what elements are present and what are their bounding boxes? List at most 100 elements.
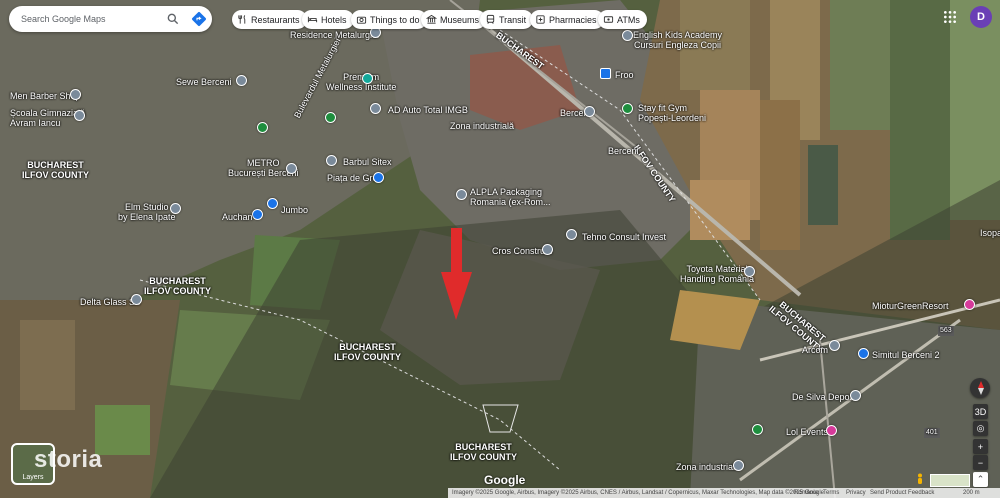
zoom-in-button[interactable]: + bbox=[973, 439, 988, 454]
scale-label[interactable]: 200 m bbox=[963, 490, 980, 496]
jumbo-label[interactable]: Jumbo bbox=[281, 205, 308, 215]
delta-pin[interactable] bbox=[131, 294, 142, 305]
ad-auto-pin[interactable] bbox=[370, 103, 381, 114]
cros-pin[interactable] bbox=[542, 244, 553, 255]
simitul-label[interactable]: Simitul Berceni 2 bbox=[872, 350, 940, 360]
sewe-pin[interactable] bbox=[236, 75, 247, 86]
isopa-label[interactable]: Isopa bbox=[980, 228, 1000, 238]
green-pin-1[interactable] bbox=[257, 122, 268, 133]
english-label[interactable]: English Kids Academy Cursuri Engleza Cop… bbox=[633, 30, 722, 50]
chip-museums-label: Museums bbox=[440, 14, 480, 25]
search-input[interactable]: Search Google Maps bbox=[21, 14, 106, 24]
minimap-thumbnail[interactable] bbox=[930, 474, 970, 487]
chip-pharmacies[interactable]: Pharmacies bbox=[530, 10, 604, 29]
attribution-bar: Imagery ©2025 Google, Airbus, Imagery ©2… bbox=[448, 488, 1000, 498]
sewe-label[interactable]: Sewe Berceni bbox=[176, 77, 232, 87]
chip-transit[interactable]: Transit bbox=[480, 10, 534, 29]
museum-icon bbox=[426, 14, 437, 24]
tehno-label[interactable]: Tehno Consult Invest bbox=[582, 232, 666, 242]
auchan-pin[interactable] bbox=[252, 209, 263, 220]
barbul-label[interactable]: Barbul Sitex bbox=[343, 157, 392, 167]
alpla-pin[interactable] bbox=[456, 189, 467, 200]
expand-icon[interactable]: ⌃ bbox=[973, 472, 988, 487]
chip-hotels-label: Hotels bbox=[321, 14, 347, 25]
chip-restaurants-label: Restaurants bbox=[251, 14, 300, 25]
men-barber-pin[interactable] bbox=[70, 89, 81, 100]
chip-things-to-do[interactable]: Things to do bbox=[351, 10, 427, 29]
directions-icon[interactable] bbox=[191, 11, 207, 27]
toyota-label[interactable]: Toyota Material Handling România bbox=[680, 264, 754, 284]
green-pin-3[interactable] bbox=[752, 424, 763, 435]
stayfit-label[interactable]: Stay fit Gym Popești-Leordeni bbox=[638, 103, 706, 123]
miotur-label[interactable]: MioturGreenResort bbox=[872, 301, 949, 311]
barbul-pin[interactable] bbox=[326, 155, 337, 166]
atm-icon bbox=[603, 16, 614, 23]
elm-label[interactable]: Elm Studio by Elena Ipate bbox=[118, 202, 176, 222]
scoala-pin[interactable] bbox=[74, 110, 85, 121]
berceni-hall-pin[interactable] bbox=[584, 106, 595, 117]
county-mid-label: BUCHAREST ILFOV COUNTY bbox=[144, 276, 211, 296]
zona2-label[interactable]: Zona industrială bbox=[676, 462, 740, 472]
google-logo: Google bbox=[484, 473, 526, 487]
country-link[interactable]: România bbox=[794, 490, 818, 496]
de-silva-pin[interactable] bbox=[850, 390, 861, 401]
three-d-button[interactable]: 3D bbox=[973, 404, 988, 419]
chip-transit-label: Transit bbox=[499, 14, 527, 25]
road563-label: 563 bbox=[938, 326, 954, 336]
froo-label[interactable]: Froo bbox=[615, 70, 634, 80]
premium-label[interactable]: Premium Wellness Institute bbox=[326, 72, 396, 92]
pharmacy-icon bbox=[536, 15, 545, 24]
lol-pin[interactable] bbox=[826, 425, 837, 436]
chip-restaurants[interactable]: Restaurants bbox=[232, 10, 307, 29]
storia-watermark: storia bbox=[34, 446, 103, 473]
tehno-pin[interactable] bbox=[566, 229, 577, 240]
hotel-icon bbox=[307, 16, 318, 23]
county-bottom-label: BUCHAREST ILFOV COUNTY bbox=[450, 442, 517, 462]
froo-icon[interactable] bbox=[600, 68, 611, 79]
zona1-label[interactable]: Zona industrială bbox=[450, 121, 514, 131]
alpla-label[interactable]: ALPLA Packaging Romania (ex-Rom... bbox=[470, 187, 551, 207]
privacy-link[interactable]: Privacy bbox=[846, 490, 866, 496]
chip-atms[interactable]: ATMs bbox=[598, 10, 647, 29]
zoom-out-button[interactable]: − bbox=[973, 455, 988, 470]
lol-label[interactable]: Lol Events bbox=[786, 427, 828, 437]
simitul-pin[interactable] bbox=[858, 348, 869, 359]
chip-hotels[interactable]: Hotels bbox=[302, 10, 354, 29]
attribution-text: Imagery ©2025 Google, Airbus, Imagery ©2… bbox=[452, 490, 825, 496]
arcom-label[interactable]: Arcom bbox=[802, 345, 828, 355]
green-pin-2[interactable] bbox=[325, 112, 336, 123]
english-pin[interactable] bbox=[622, 30, 633, 41]
auchan-label[interactable]: Auchan bbox=[222, 212, 253, 222]
layers-label: Layers bbox=[22, 474, 44, 481]
camera-icon bbox=[356, 16, 367, 24]
feedback-link[interactable]: Send Product Feedback bbox=[870, 490, 934, 496]
terms-link[interactable]: Terms bbox=[823, 490, 839, 496]
compass-icon[interactable] bbox=[970, 378, 990, 398]
avatar[interactable]: D bbox=[970, 6, 992, 28]
county-mid2-label: BUCHAREST ILFOV COUNTY bbox=[334, 342, 401, 362]
miotur-pin[interactable] bbox=[964, 299, 975, 310]
metro-pin[interactable] bbox=[286, 163, 297, 174]
chip-museums[interactable]: Museums bbox=[421, 10, 487, 29]
de-silva-label[interactable]: De Silva Depozit bbox=[792, 392, 859, 402]
ad-auto-label[interactable]: AD Auto Total IMGB bbox=[388, 105, 468, 115]
jumbo-pin[interactable] bbox=[267, 198, 278, 209]
elm-pin[interactable] bbox=[170, 203, 181, 214]
location-icon[interactable]: ◎ bbox=[973, 421, 988, 436]
chip-things-label: Things to do bbox=[370, 14, 420, 25]
piata-pin[interactable] bbox=[373, 172, 384, 183]
zona2-pin[interactable] bbox=[733, 460, 744, 471]
apps-icon[interactable] bbox=[942, 9, 958, 25]
toyota-pin[interactable] bbox=[744, 266, 755, 277]
premium-pin[interactable] bbox=[362, 73, 373, 84]
pegman-icon[interactable] bbox=[914, 472, 926, 486]
road401-label: 401 bbox=[924, 428, 940, 438]
transit-icon bbox=[486, 14, 495, 24]
stayfit-pin[interactable] bbox=[622, 103, 633, 114]
county-left-label: BUCHAREST ILFOV COUNTY bbox=[22, 160, 89, 180]
search-box[interactable]: Search Google Maps bbox=[9, 6, 212, 32]
restaurant-icon bbox=[238, 15, 246, 24]
chip-atms-label: ATMs bbox=[617, 14, 640, 25]
arcom-pin[interactable] bbox=[829, 340, 840, 351]
search-icon[interactable] bbox=[166, 12, 180, 26]
